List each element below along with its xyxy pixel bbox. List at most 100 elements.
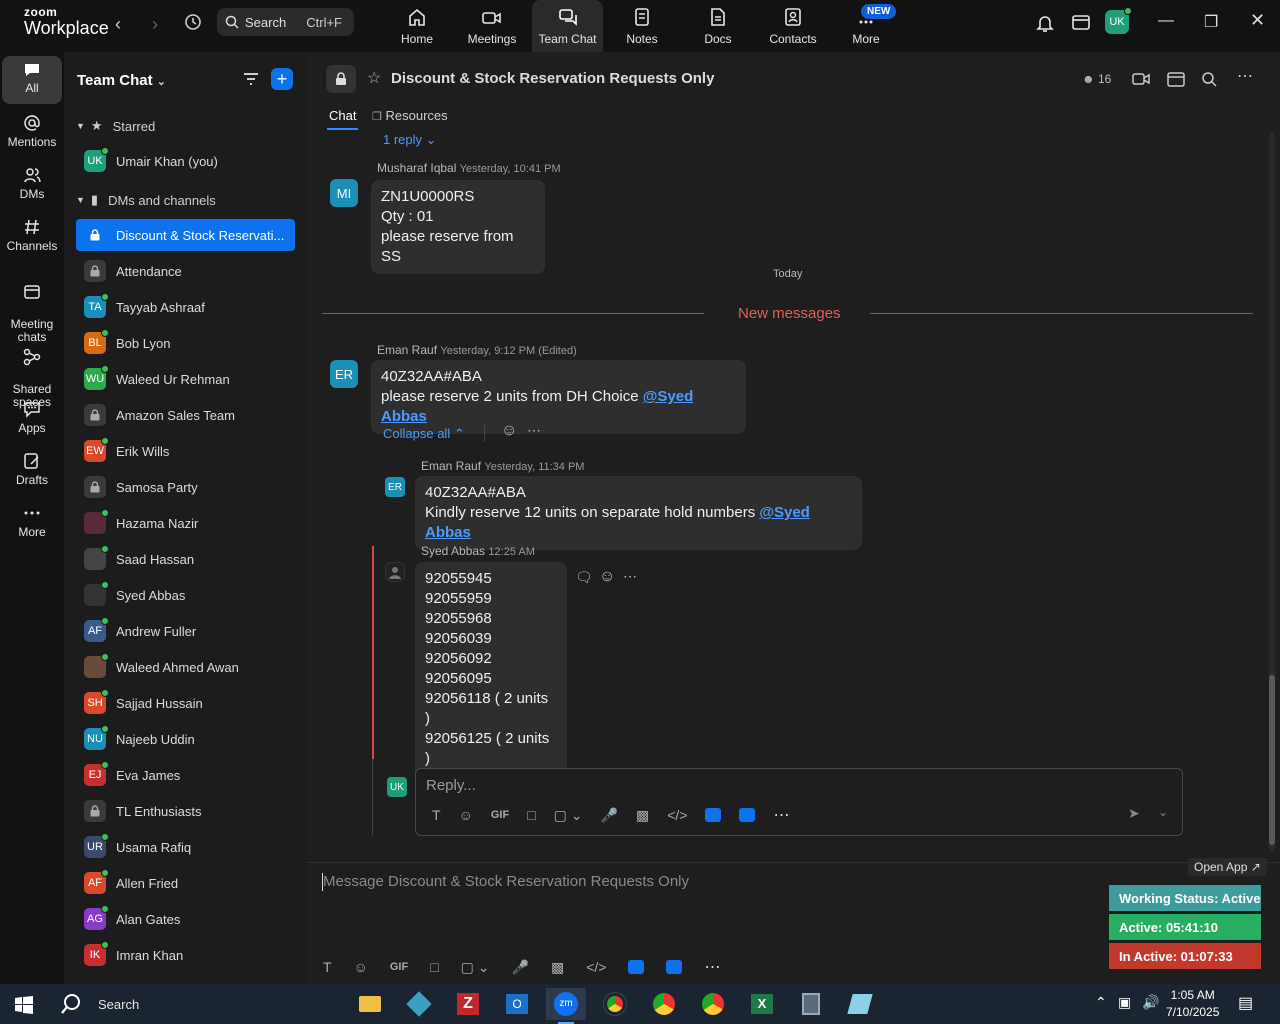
sidebar-item[interactable]: TA Tayyab Ashraaf — [76, 291, 295, 323]
new-chat-button[interactable]: + — [271, 68, 293, 90]
rail-more[interactable]: More — [2, 504, 62, 539]
avatar[interactable]: MI — [330, 179, 358, 207]
screenshot-icon[interactable]: ▢ ⌄ — [554, 807, 583, 824]
minimize-button[interactable]: — — [1158, 12, 1174, 30]
filezilla-icon[interactable]: Z — [448, 988, 488, 1020]
reply-icon[interactable]: 🗨 — [575, 569, 593, 586]
section-dms-channels[interactable]: ▼ ▮ DMs and channels — [76, 192, 216, 208]
app-icon[interactable] — [705, 808, 722, 822]
message-input[interactable]: Message Discount & Stock Reservation Req… — [323, 873, 689, 890]
more-options-icon[interactable]: ⋯ — [773, 805, 789, 825]
sidebar-item[interactable]: UK Umair Khan (you) — [76, 145, 295, 177]
sidebar-title[interactable]: Team Chat ⌄ — [77, 72, 166, 89]
excel-icon[interactable]: X — [742, 988, 782, 1020]
microphone-icon[interactable]: 🎤 — [512, 959, 529, 976]
open-app-button[interactable]: Open App ↗ — [1188, 858, 1267, 876]
restore-button[interactable]: ❐ — [1204, 12, 1218, 32]
close-button[interactable]: ✕ — [1250, 10, 1265, 31]
sidebar-item[interactable]: IK Imran Khan — [76, 939, 295, 971]
sender-name[interactable]: Syed Abbas — [421, 544, 485, 558]
search-icon[interactable] — [1201, 71, 1217, 87]
volume-icon[interactable]: 🔊 — [1142, 994, 1159, 1011]
tab-contacts[interactable]: Contacts — [766, 0, 820, 52]
video-message-icon[interactable]: ▩ — [551, 959, 564, 976]
send-icon[interactable]: ➤ — [1128, 805, 1140, 822]
section-starred[interactable]: ▼ ★ Starred — [76, 118, 155, 134]
notifications-icon[interactable]: ▤ — [1238, 993, 1253, 1013]
sidebar-item[interactable]: BL Bob Lyon — [76, 327, 295, 359]
sidebar-item[interactable]: SH Sajjad Hussain — [76, 687, 295, 719]
scrollbar-track[interactable] — [1269, 132, 1275, 852]
tab-resources[interactable]: ❐ Resources — [372, 108, 448, 123]
rail-dms[interactable]: DMs — [2, 166, 62, 201]
gif-icon[interactable]: GIF — [390, 961, 408, 973]
member-count[interactable]: ☻ 16 — [1082, 72, 1111, 86]
chrome-icon[interactable] — [693, 988, 733, 1020]
sidebar-item[interactable]: Hazama Nazir — [76, 507, 295, 539]
sidebar-item[interactable]: EW Erik Wills — [76, 435, 295, 467]
rail-all[interactable]: All — [2, 56, 62, 104]
calendar-icon[interactable] — [1167, 70, 1185, 88]
tab-home[interactable]: Home — [392, 0, 442, 52]
app-icon[interactable] — [840, 988, 880, 1020]
screenshot-icon[interactable]: ▢ ⌄ — [461, 959, 490, 976]
sidebar-item[interactable]: Waleed Ahmed Awan — [76, 651, 295, 683]
video-call-icon[interactable] — [1132, 72, 1150, 86]
sidebar-item[interactable]: AF Andrew Fuller — [76, 615, 295, 647]
outlook-icon[interactable]: O — [497, 988, 537, 1020]
avatar[interactable]: ER — [330, 360, 358, 388]
sidebar-item[interactable]: WU Waleed Ur Rehman — [76, 363, 295, 395]
code-icon[interactable]: </> — [667, 807, 687, 823]
emoji-icon[interactable]: ☺ — [354, 959, 368, 975]
sidebar-item[interactable]: UR Usama Rafiq — [76, 831, 295, 863]
sidebar-item[interactable]: AF Allen Fried — [76, 867, 295, 899]
video-message-icon[interactable]: ▩ — [636, 807, 649, 824]
app-icon[interactable] — [666, 960, 683, 974]
forward-arrow-icon[interactable]: › — [152, 14, 158, 35]
sidebar-item[interactable]: Syed Abbas — [76, 579, 295, 611]
user-avatar[interactable]: UK — [1105, 7, 1132, 34]
avatar[interactable] — [385, 562, 405, 582]
rail-shared-spaces[interactable]: Shared spaces — [2, 335, 62, 409]
history-icon[interactable] — [183, 12, 203, 32]
code-icon[interactable]: </> — [586, 959, 606, 975]
sidebar-item[interactable]: EJ Eva James — [76, 759, 295, 791]
rail-meeting-chats[interactable]: Meeting chats — [2, 270, 62, 344]
rail-drafts[interactable]: Drafts — [2, 452, 62, 487]
tab-team-chat[interactable]: Team Chat — [532, 0, 603, 52]
emoji-icon[interactable]: ☺ — [459, 807, 473, 823]
star-outline-icon[interactable]: ☆ — [367, 68, 381, 88]
file-icon[interactable]: □ — [527, 807, 535, 823]
app-icon[interactable] — [739, 808, 756, 822]
chevron-down-icon[interactable]: ⌄ — [1158, 805, 1168, 819]
file-icon[interactable]: □ — [430, 959, 438, 975]
zoom-icon[interactable]: zm — [546, 988, 586, 1024]
search-input[interactable]: Search Ctrl+F — [217, 8, 354, 36]
rail-mentions[interactable]: Mentions — [2, 114, 62, 149]
windows-start-icon[interactable] — [15, 996, 33, 1014]
add-reaction-icon[interactable]: ☺ — [599, 568, 615, 586]
chevron-up-icon[interactable]: ⌃ — [1095, 994, 1107, 1011]
sender-name[interactable]: Musharaf Iqbal — [377, 161, 456, 175]
sidebar-item[interactable]: Discount & Stock Reservati... — [76, 219, 295, 251]
sender-name[interactable]: Eman Rauf — [377, 343, 437, 357]
add-reaction-icon[interactable]: ☺ — [501, 422, 517, 440]
more-options-icon[interactable]: ⋯ — [623, 568, 637, 585]
tab-meetings[interactable]: Meetings — [464, 0, 520, 52]
chrome-icon[interactable] — [644, 988, 684, 1020]
avatar[interactable]: ER — [385, 477, 405, 497]
back-arrow-icon[interactable]: ‹ — [115, 14, 121, 35]
taskbar-search[interactable]: Search — [60, 984, 340, 1024]
calculator-icon[interactable] — [791, 988, 831, 1020]
more-options-icon[interactable]: ⋯ — [704, 957, 720, 977]
reply-box[interactable]: Reply... T ☺ GIF □ ▢ ⌄ 🎤 ▩ </> ⋯ ➤ ⌄ — [415, 768, 1183, 836]
tab-docs[interactable]: Docs — [700, 0, 736, 52]
tab-notes[interactable]: Notes — [622, 0, 662, 52]
sender-name[interactable]: Eman Rauf — [421, 459, 481, 473]
tab-chat[interactable]: Chat — [326, 108, 359, 130]
gif-icon[interactable]: GIF — [491, 809, 509, 821]
rail-apps[interactable]: Apps — [2, 400, 62, 435]
more-options-icon[interactable]: ⋯ — [1237, 66, 1253, 86]
text-format-icon[interactable]: T — [432, 807, 441, 823]
sidebar-item[interactable]: Samosa Party — [76, 471, 295, 503]
